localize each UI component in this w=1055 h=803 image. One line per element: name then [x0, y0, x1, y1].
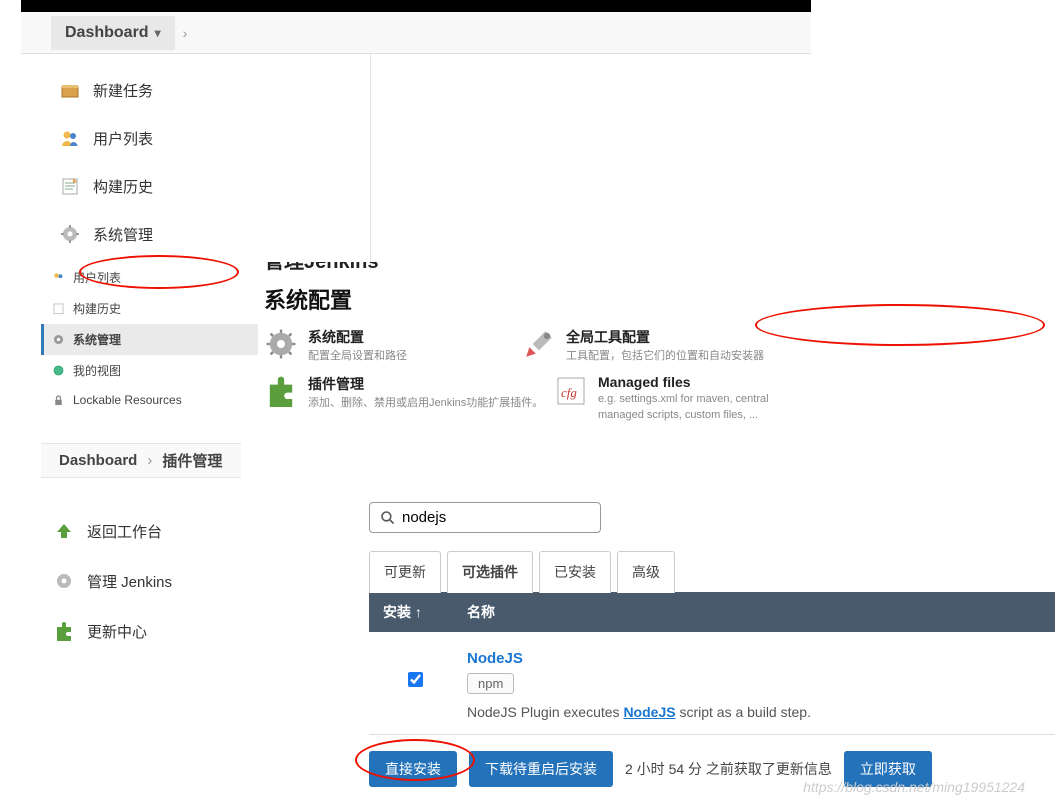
globe-icon: [51, 364, 65, 378]
sidebar-item-label: 我的视图: [73, 362, 121, 379]
notepad-icon: [59, 175, 81, 197]
tab-updatable[interactable]: 可更新: [369, 551, 441, 593]
sidebar-item-back[interactable]: 返回工作台: [41, 506, 369, 556]
plugin-desc: NodeJS Plugin executes NodeJS script as …: [467, 704, 811, 720]
plugin-tag: npm: [467, 673, 514, 694]
sidebar-item-label: 系统管理: [73, 331, 121, 348]
th-install[interactable]: 安装 ↑: [383, 602, 447, 622]
breadcrumb-separator: ›: [183, 25, 188, 41]
tabs: 可更新 可选插件 已安装 高级: [369, 551, 1055, 593]
gear-icon: [264, 327, 298, 361]
section-title: 系统配置: [264, 283, 1055, 315]
sidebar-item-my-views[interactable]: 我的视图: [41, 355, 258, 386]
card-desc: 工具配置，包括它们的位置和自动安装器: [566, 349, 764, 364]
plugin-desc-link[interactable]: NodeJS: [623, 704, 675, 720]
tab-installed[interactable]: 已安装: [539, 551, 611, 593]
package-icon: [59, 79, 81, 101]
config-card-tools[interactable]: 全局工具配置 工具配置，包括它们的位置和自动安装器: [522, 327, 770, 364]
sidebar-item-label: 系统管理: [93, 224, 153, 245]
sidebar-item-update-center[interactable]: 更新中心: [41, 606, 369, 656]
install-now-button[interactable]: 直接安装: [369, 751, 457, 787]
lock-icon: [51, 393, 65, 407]
sidebar-item-new-job[interactable]: 新建任务: [41, 66, 370, 114]
update-info: 2 小时 54 分 之前获取了更新信息: [625, 759, 832, 779]
plugin-desc-text: NodeJS Plugin executes: [467, 704, 623, 720]
cfg-file-icon: cfg: [554, 374, 588, 408]
sidebar-item-label: 用户列表: [73, 269, 121, 286]
plugin-checkbox[interactable]: [408, 672, 423, 687]
gear-icon: [59, 223, 81, 245]
users-icon: [59, 127, 81, 149]
fetch-now-button[interactable]: 立即获取: [844, 751, 932, 787]
sidebar-item-build-history[interactable]: 构建历史: [41, 162, 370, 210]
breadcrumb-plugins[interactable]: 插件管理: [162, 450, 222, 471]
svg-text:cfg: cfg: [561, 385, 577, 400]
sidebar-item-build-history-2[interactable]: 构建历史: [41, 293, 258, 324]
config-panel: 管理Jenkins 系统配置 系统配置 配置全局设置和路径 全局工具配置 工具配…: [264, 262, 1055, 443]
puzzle-icon: [264, 374, 298, 408]
gear-icon: [53, 570, 75, 592]
plugin-row: NodeJS npm NodeJS Plugin executes NodeJS…: [369, 632, 1055, 735]
users-icon: [51, 271, 65, 285]
card-title: 系统配置: [308, 327, 407, 347]
tab-advanced[interactable]: 高级: [617, 551, 675, 593]
sidebar-item-label: 用户列表: [93, 128, 153, 149]
plugin-table-head: 安装 ↑ 名称: [369, 592, 1055, 632]
gear-icon: [51, 333, 65, 347]
config-card-managed-files[interactable]: cfg Managed files e.g. settings.xml for …: [554, 374, 802, 423]
th-name[interactable]: 名称: [467, 602, 495, 622]
search-box[interactable]: [369, 502, 601, 533]
actions-row: 直接安装 下载待重启后安装 2 小时 54 分 之前获取了更新信息 立即获取: [369, 735, 1055, 803]
card-desc: e.g. settings.xml for maven, central man…: [598, 392, 802, 423]
page-title-partial: 管理Jenkins: [264, 262, 1055, 279]
caret-down-icon: [153, 24, 161, 42]
tab-available[interactable]: 可选插件: [447, 551, 533, 593]
puzzle-icon: [53, 620, 75, 642]
sidebar-item-label: 更新中心: [87, 621, 147, 642]
sidebar-item-label: 管理 Jenkins: [87, 571, 172, 592]
sidebar-item-label: Lockable Resources: [73, 393, 182, 407]
card-title: 全局工具配置: [566, 327, 764, 347]
plugin-name[interactable]: NodeJS: [467, 650, 811, 667]
arrow-up-icon: [53, 520, 75, 542]
config-card-system[interactable]: 系统配置 配置全局设置和路径: [264, 327, 512, 364]
top-bar: [21, 0, 811, 12]
breadcrumb-dashboard[interactable]: Dashboard: [51, 16, 175, 50]
sidebar-item-label: 构建历史: [73, 300, 121, 317]
search-icon: [380, 510, 396, 526]
download-restart-button[interactable]: 下载待重启后安装: [469, 751, 613, 787]
sidebar-compact: 用户列表 构建历史 系统管理 我的视图 Lockable Resources: [41, 262, 258, 414]
sidebar-item-system-manage-2[interactable]: 系统管理: [41, 324, 258, 355]
sidebar-item-label: 返回工作台: [87, 521, 162, 542]
card-title: Managed files: [598, 374, 802, 390]
plugin-desc-text: script as a build step.: [676, 704, 811, 720]
sidebar-item-users-2[interactable]: 用户列表: [41, 262, 258, 293]
breadcrumb-dashboard-label: Dashboard: [65, 24, 149, 42]
plugin-panel: 可更新 可选插件 已安装 高级 安装 ↑ 名称 NodeJS npm NodeJ…: [369, 478, 1055, 803]
sidebar-item-lockable[interactable]: Lockable Resources: [41, 386, 258, 414]
breadcrumb-bar-2: Dashboard › 插件管理: [41, 443, 241, 478]
sidebar-plugins: 返回工作台 管理 Jenkins 更新中心: [41, 478, 369, 803]
card-desc: 配置全局设置和路径: [308, 349, 407, 364]
card-desc: 添加、删除、禁用或启用Jenkins功能扩展插件。: [308, 396, 543, 411]
notepad-icon: [51, 302, 65, 316]
sidebar-item-label: 新建任务: [93, 80, 153, 101]
sidebar-item-manage-jenkins[interactable]: 管理 Jenkins: [41, 556, 369, 606]
breadcrumb-dashboard-2[interactable]: Dashboard: [59, 452, 137, 469]
breadcrumb-separator: ›: [147, 452, 152, 469]
sidebar-item-label: 构建历史: [93, 176, 153, 197]
sidebar-main: 新建任务 用户列表 构建历史 系统管理: [41, 54, 371, 270]
search-input[interactable]: [402, 509, 590, 526]
config-card-plugins[interactable]: 插件管理 添加、删除、禁用或启用Jenkins功能扩展插件。: [264, 374, 544, 411]
sidebar-item-users[interactable]: 用户列表: [41, 114, 370, 162]
tools-icon: [522, 327, 556, 361]
card-title: 插件管理: [308, 374, 543, 394]
sidebar-item-system-manage[interactable]: 系统管理: [41, 210, 370, 258]
breadcrumb-bar: Dashboard ›: [21, 12, 811, 54]
